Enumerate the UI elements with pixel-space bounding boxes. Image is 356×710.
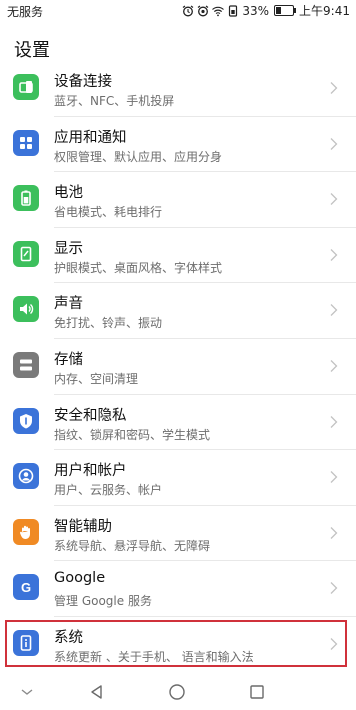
battery-icon [274,5,297,16]
chevron-right-icon [330,82,338,94]
back-button[interactable] [86,681,108,703]
settings-item-subtitle: 内存、空间清理 [54,371,139,386]
settings-item-label: 安全和隐私 [54,407,127,424]
settings-item-label: 应用和通知 [54,129,127,146]
settings-item-sound[interactable]: 声音免打扰、铃声、振动 [0,283,356,339]
alarm-icon [183,5,194,16]
speaker-icon [13,296,39,323]
settings-item-label: 显示 [54,240,83,257]
clock: 上午9:41 [299,4,350,18]
settings-item-label: 电池 [54,185,83,202]
settings-item-accessibility[interactable]: 智能辅助系统导航、悬浮导航、无障碍 [0,506,356,562]
chevron-right-icon [330,471,338,484]
settings-item-apps-notifications[interactable]: 应用和通知权限管理、默认应用、应用分身 [0,117,356,173]
chevron-right-icon [330,526,338,539]
back-triangle-icon [91,685,102,699]
settings-item-label: 声音 [54,296,83,313]
settings-item-label: Google [54,570,106,587]
settings-item-subtitle: 用户、云服务、帐户 [54,483,163,498]
settings-item-battery[interactable]: 电池省电模式、耗电排行 [0,172,356,228]
home-button[interactable] [166,681,188,703]
settings-item-subtitle: 蓝牙、NFC、手机投屏 [54,94,175,108]
svg-text:G: G [21,580,31,595]
settings-item-label: 系统 [54,629,83,646]
chevron-right-icon [330,582,338,595]
navigation-bar [0,673,356,710]
recents-button[interactable] [246,681,268,703]
carrier-text: 无服务 [7,5,44,19]
chevron-right-icon [330,360,338,372]
chevron-right-icon [330,193,338,206]
info-phone-icon [13,629,39,656]
chevron-right-icon [330,304,338,317]
settings-item-label: 智能辅助 [54,518,112,535]
settings-item-subtitle: 护眼模式、桌面风格、字体样式 [54,260,223,275]
settings-item-subtitle: 指纹、锁屏和密码、学生模式 [54,427,211,442]
sim-icon [229,4,238,17]
settings-item-storage[interactable]: 存储 内存、空间清理 [0,339,356,395]
battery-percent: 33% [242,3,270,18]
status-bar: 无服务 33% 上午9:41 [0,0,356,22]
settings-item-device-connection[interactable]: 设备连接蓝牙、NFC、手机投屏 [0,61,356,117]
settings-item-display[interactable]: 显示护眼模式、桌面风格、字体样式 [0,228,356,284]
chevron-right-icon [330,415,338,428]
settings-item-subtitle: 系统导航、悬浮导航、无障碍 [54,538,211,553]
settings-item-label: 用户和帐户 [54,463,127,480]
settings-item-subtitle: 权限管理、默认应用、应用分身 [54,149,223,164]
settings-list: 设备连接蓝牙、NFC、手机投屏 应用和通知权限管理、默认应用、应用分身 电池省电模式… [0,61,356,673]
wifi-icon [212,6,225,16]
apps-grid-icon [13,129,39,156]
settings-item-system[interactable]: 系统系统更新 、关于手机、 语言和输入法 [0,617,356,673]
battery-icon [13,185,39,212]
status-icons: 33% 上午9:41 [182,2,350,19]
hand-icon [13,518,39,545]
chevron-right-icon [330,637,338,650]
display-icon [13,240,39,267]
home-circle-icon [169,684,185,700]
settings-item-label: 存储 [54,351,83,368]
device-connection-icon [13,74,39,100]
user-icon [13,463,39,490]
storage-icon [13,351,39,378]
settings-item-google[interactable]: G Google 管理 Google 服务 [0,561,356,617]
collapse-nav-button[interactable] [16,681,38,703]
page-title: 设置 [14,40,50,61]
google-icon: G [13,574,39,601]
chevron-down-icon [21,689,33,695]
settings-item-subtitle: 管理 Google 服务 [54,594,152,609]
recents-square-icon [250,685,264,699]
eye-comfort-icon [198,5,209,16]
settings-item-subtitle: 系统更新 、关于手机、 语言和输入法 [54,649,254,664]
chevron-right-icon [330,248,338,261]
chevron-right-icon [330,137,338,150]
settings-item-users-accounts[interactable]: 用户和帐户用户、云服务、帐户 [0,450,356,506]
settings-item-subtitle: 省电模式、耗电排行 [54,205,163,220]
shield-icon [13,407,39,434]
settings-item-label: 设备连接 [54,74,112,90]
settings-item-subtitle: 免打扰、铃声、振动 [54,316,163,331]
settings-item-security-privacy[interactable]: 安全和隐私指纹、锁屏和密码、学生模式 [0,395,356,451]
